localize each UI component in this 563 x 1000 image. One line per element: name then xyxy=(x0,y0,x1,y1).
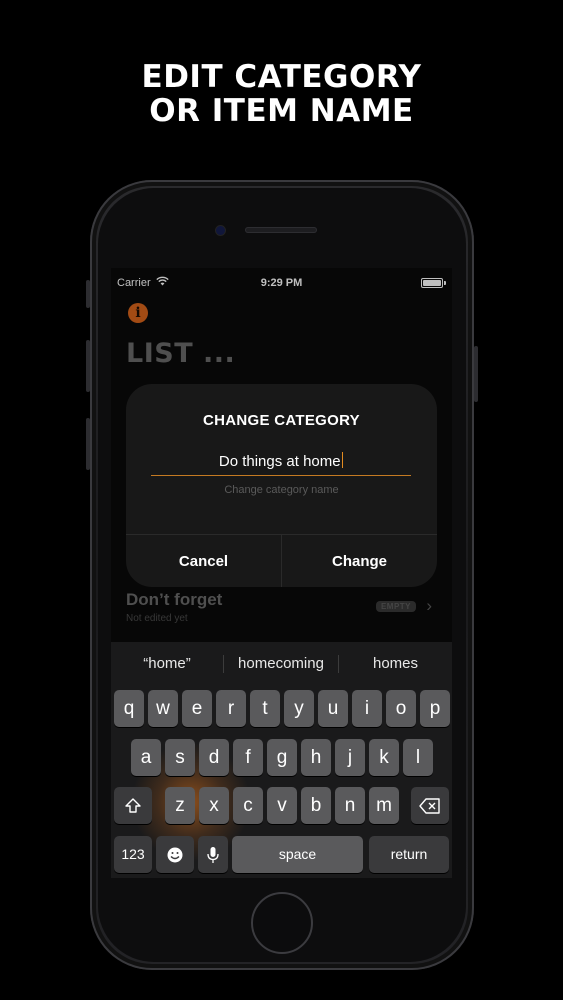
key-f[interactable]: f xyxy=(233,739,263,776)
key-n[interactable]: n xyxy=(335,787,365,824)
power-button xyxy=(474,346,478,402)
key-p[interactable]: p xyxy=(420,690,450,727)
key-u[interactable]: u xyxy=(318,690,348,727)
dictation-key[interactable] xyxy=(198,836,228,873)
keyboard: “home” homecoming homes q w e r t y u i … xyxy=(111,642,452,878)
suggestion-item[interactable]: “home” xyxy=(111,642,223,686)
category-name-input[interactable]: Do things at home xyxy=(151,452,411,476)
key-x[interactable]: x xyxy=(199,787,229,824)
key-e[interactable]: e xyxy=(182,690,212,727)
key-c[interactable]: c xyxy=(233,787,263,824)
earpiece-speaker xyxy=(245,227,317,233)
promo-headline: EDIT CATEGORY OR ITEM NAME xyxy=(0,60,563,128)
key-s[interactable]: s xyxy=(165,739,195,776)
mute-switch xyxy=(86,280,90,308)
dialog-actions: Cancel Change xyxy=(126,534,437,587)
key-g[interactable]: g xyxy=(267,739,297,776)
change-button[interactable]: Change xyxy=(282,535,437,587)
home-button[interactable] xyxy=(251,892,313,954)
key-i[interactable]: i xyxy=(352,690,382,727)
microphone-icon xyxy=(207,847,219,864)
key-z[interactable]: z xyxy=(165,787,195,824)
suggestion-bar: “home” homecoming homes xyxy=(111,642,452,686)
change-category-dialog: CHANGE CATEGORY Do things at home Change… xyxy=(126,384,437,587)
cancel-button[interactable]: Cancel xyxy=(126,535,281,587)
key-m[interactable]: m xyxy=(369,787,399,824)
key-v[interactable]: v xyxy=(267,787,297,824)
front-camera xyxy=(216,226,225,235)
phone-screen: Carrier 9:29 PM i LIST ... Don’t forget … xyxy=(111,268,452,878)
numbers-key[interactable]: 123 xyxy=(114,836,152,873)
headline-line-2: OR ITEM NAME xyxy=(149,93,414,129)
shift-key[interactable] xyxy=(114,787,152,824)
suggestion-item[interactable]: homes xyxy=(339,642,452,686)
space-key[interactable]: space xyxy=(232,836,363,873)
volume-down-button xyxy=(86,418,90,470)
key-t[interactable]: t xyxy=(250,690,280,727)
key-l[interactable]: l xyxy=(403,739,433,776)
shift-icon xyxy=(125,798,141,813)
key-h[interactable]: h xyxy=(301,739,331,776)
key-b[interactable]: b xyxy=(301,787,331,824)
headline-line-1: EDIT CATEGORY xyxy=(141,59,422,95)
key-w[interactable]: w xyxy=(148,690,178,727)
input-hint: Change category name xyxy=(224,484,339,496)
key-q[interactable]: q xyxy=(114,690,144,727)
key-r[interactable]: r xyxy=(216,690,246,727)
key-d[interactable]: d xyxy=(199,739,229,776)
key-j[interactable]: j xyxy=(335,739,365,776)
suggestion-item[interactable]: homecoming xyxy=(224,642,338,686)
return-key[interactable]: return xyxy=(369,836,449,873)
category-name-value: Do things at home xyxy=(218,453,341,470)
key-y[interactable]: y xyxy=(284,690,314,727)
key-a[interactable]: a xyxy=(131,739,161,776)
dialog-title: CHANGE CATEGORY xyxy=(202,412,360,429)
delete-key[interactable] xyxy=(411,787,449,824)
emoji-icon xyxy=(167,847,183,863)
key-k[interactable]: k xyxy=(369,739,399,776)
emoji-key[interactable] xyxy=(156,836,194,873)
key-o[interactable]: o xyxy=(386,690,416,727)
text-caret xyxy=(341,452,344,468)
volume-up-button xyxy=(86,340,90,392)
backspace-icon xyxy=(419,798,440,814)
